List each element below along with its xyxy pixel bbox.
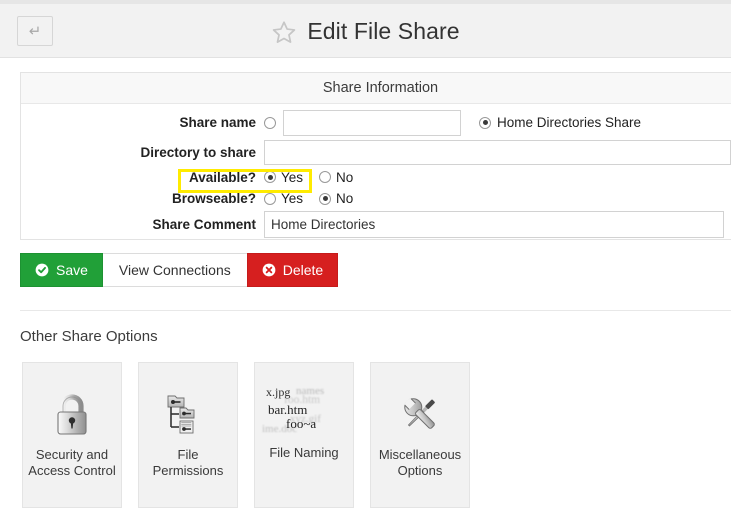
available-yes-radio[interactable]	[264, 171, 276, 183]
card-label-line1: File Naming	[269, 445, 339, 460]
field-row-available: Available? Yes No	[21, 166, 731, 188]
filename-sharp-1: x.jpg	[266, 385, 291, 399]
card-label-naming: File Naming	[257, 445, 351, 461]
card-label-security: Security and Access Control	[25, 447, 119, 479]
filenames-text-icon: names foo.htm xyz.gif ime.doc x.jpg bar.…	[260, 382, 348, 435]
share-name-label: Share name	[179, 115, 256, 130]
view-connections-button[interactable]: View Connections	[102, 253, 247, 287]
padlock-icon	[51, 391, 93, 437]
panel-title: Share Information	[322, 80, 439, 96]
share-name-custom-radio[interactable]	[264, 116, 276, 129]
field-row-directory: Directory to share	[21, 138, 731, 166]
share-comment-label: Share Comment	[152, 217, 256, 232]
browseable-no-radio[interactable]	[319, 192, 332, 205]
x-circle-icon	[262, 263, 276, 277]
page-header: ↵ Edit File Share	[0, 4, 731, 58]
share-name-input[interactable]	[283, 109, 461, 136]
header-title-group: Edit File Share	[0, 4, 731, 58]
wrench-screwdriver-icon	[398, 391, 442, 437]
directory-label: Directory to share	[140, 144, 256, 160]
card-label-line2: Access Control	[28, 463, 116, 478]
field-row-share-name: Share name Home Directories Share	[21, 107, 731, 138]
filenames-text-stack: names foo.htm xyz.gif ime.doc x.jpg bar.…	[260, 382, 348, 435]
card-label-line1: Miscellaneous	[378, 447, 462, 462]
card-label-line2: Options	[397, 463, 443, 478]
star-outline-icon[interactable]	[271, 17, 297, 45]
other-share-options-title: Other Share Options	[20, 328, 158, 345]
field-row-browseable: Browseable? Yes No	[21, 188, 731, 209]
folder-tree-key-icon	[165, 391, 211, 437]
app-root: ↵ Edit File Share Share Information Shar…	[0, 0, 731, 522]
browseable-no-label[interactable]: No	[336, 191, 353, 206]
card-label-permissions: File Permissions	[141, 447, 235, 479]
share-name-preset-label: Home Directories Share	[497, 115, 642, 130]
card-security-access-control[interactable]: Security and Access Control	[22, 362, 122, 508]
available-no-radio[interactable]	[319, 171, 332, 183]
browseable-yes-label[interactable]: Yes	[281, 191, 303, 206]
card-miscellaneous-options[interactable]: Miscellaneous Options	[370, 362, 470, 508]
browseable-yes-radio[interactable]	[264, 192, 276, 205]
browseable-radio-group: Yes No	[264, 191, 364, 206]
save-button-label: Save	[56, 262, 88, 278]
available-label: Available?	[188, 169, 256, 185]
delete-button[interactable]: Delete	[246, 253, 339, 287]
card-label-line1: File	[177, 447, 199, 462]
other-share-options-cards: Security and Access Control File Permiss…	[22, 362, 470, 508]
browseable-label: Browseable?	[171, 191, 256, 206]
section-divider	[20, 310, 731, 311]
card-file-naming[interactable]: names foo.htm xyz.gif ime.doc x.jpg bar.…	[254, 362, 354, 508]
directory-input[interactable]	[264, 139, 731, 165]
save-button[interactable]: Save	[20, 253, 103, 287]
panel-header: Share Information	[21, 73, 731, 104]
field-row-share-comment: Share Comment	[21, 210, 731, 239]
delete-button-label: Delete	[282, 262, 324, 278]
available-no-label[interactable]: No	[336, 170, 353, 185]
page-title: Edit File Share	[307, 17, 460, 44]
card-label-misc: Miscellaneous Options	[373, 447, 467, 479]
available-yes-label[interactable]: Yes	[281, 170, 303, 185]
card-label-line2: Permissions	[152, 463, 224, 478]
check-circle-icon	[35, 263, 49, 277]
card-label-line1: Security and	[35, 447, 109, 462]
available-radio-group: Yes No	[264, 170, 364, 185]
share-name-preset-radio[interactable]	[479, 116, 491, 129]
card-file-permissions[interactable]: File Permissions	[138, 362, 238, 508]
share-information-panel: Share Information Share name Home Direct…	[20, 72, 731, 240]
action-button-row: Save View Connections Delete	[20, 253, 339, 287]
share-comment-input[interactable]	[264, 211, 724, 238]
filename-sharp-3: foo~a	[286, 416, 317, 431]
panel-body: Share name Home Directories Share Direct…	[21, 107, 731, 239]
view-connections-label: View Connections	[118, 262, 231, 278]
